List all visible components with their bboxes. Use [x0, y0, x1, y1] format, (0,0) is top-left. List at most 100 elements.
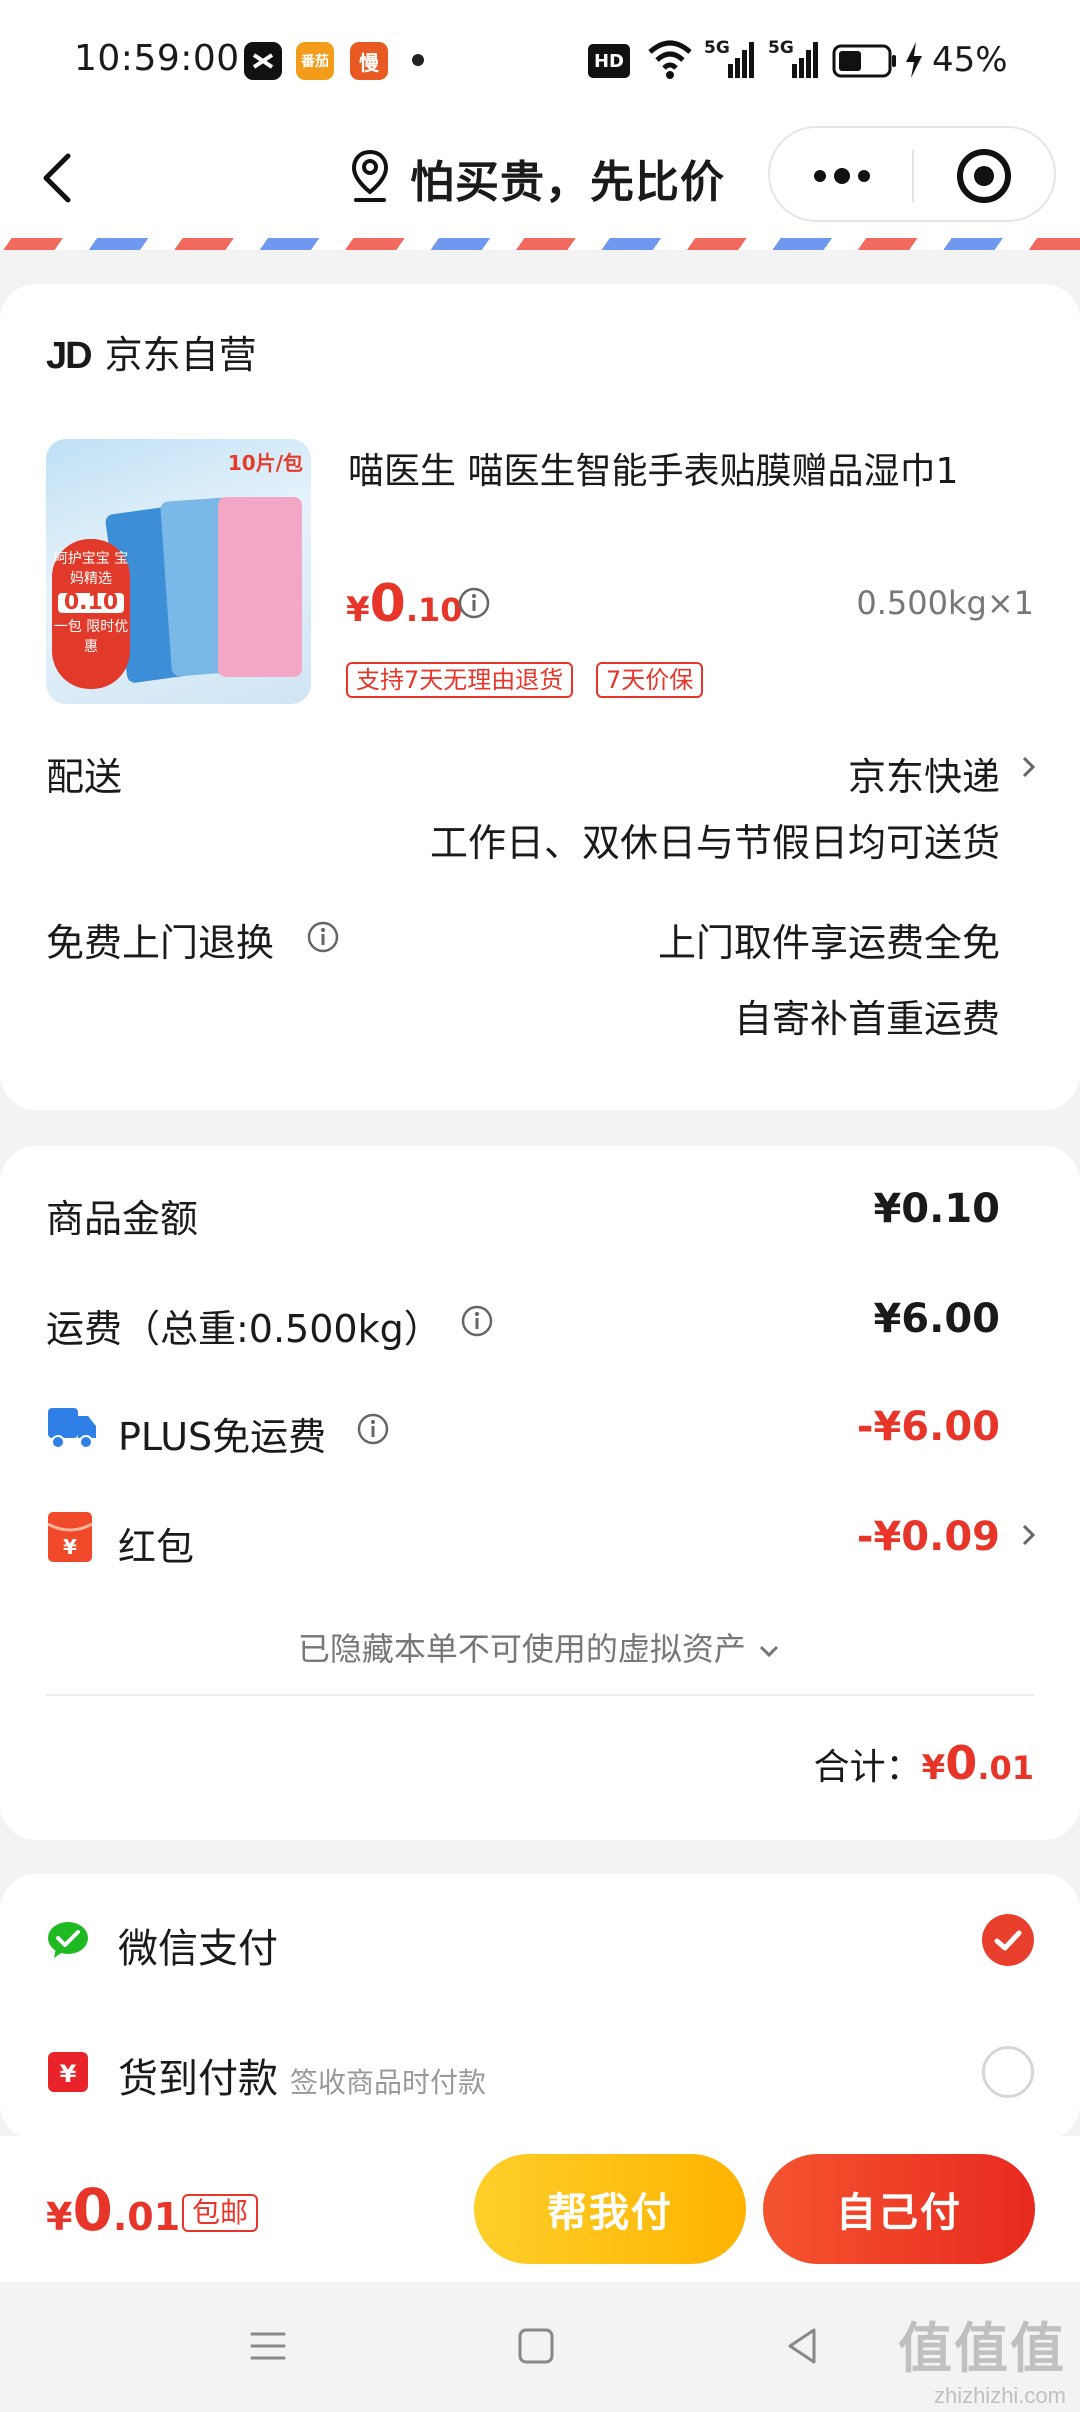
thumb-promo-note: 一包 限时优惠: [53, 619, 129, 655]
product-weight: 0.500kg×1: [856, 584, 1034, 622]
watermark: 值值值 zhizhizhi.com: [898, 2304, 1066, 2409]
thumb-badge: 10片/包: [227, 451, 303, 475]
fanqie-icon: 番茄: [296, 42, 334, 80]
total-amount: 合计：¥0.01: [814, 1736, 1034, 1790]
product-price: ¥0.10: [346, 574, 463, 634]
thumb-promo: 呵护宝宝 宝妈精选 0.10 一包 限时优惠: [52, 539, 130, 689]
signal2-icon: [792, 42, 818, 78]
total-yen: ¥: [921, 1748, 946, 1788]
total-label: 合计：: [813, 1747, 922, 1788]
charging-icon: [906, 42, 922, 78]
bottom-price-yen: ¥: [46, 2195, 73, 2239]
svg-text:¥: ¥: [63, 1535, 77, 1559]
page-title: 怕买贵，先比价: [410, 157, 725, 208]
battery-percent: 45%: [932, 40, 1008, 80]
battery-icon: [832, 44, 896, 78]
watermark-url: zhizhizhi.com: [933, 2383, 1066, 2408]
total-dec: .01: [977, 1749, 1034, 1787]
delivery-schedule: 工作日、双休日与节假日均可送货: [429, 821, 1000, 865]
capcut-icon: [244, 42, 282, 80]
svg-text:¥: ¥: [60, 2060, 77, 2088]
bottom-price: ¥0.01: [46, 2176, 180, 2244]
jd-logo: JD: [46, 335, 93, 377]
shipping-label: 运费（总重:0.500kg）: [46, 1307, 442, 1351]
red-packet-chevron-icon[interactable]: [1018, 1518, 1040, 1552]
location-icon: [351, 149, 389, 202]
return-info-icon[interactable]: [306, 920, 340, 954]
plus-info-icon[interactable]: [356, 1412, 390, 1446]
wechat-pay-icon: [48, 1922, 88, 1958]
signal1-icon: [728, 42, 754, 78]
goods-amount-label: 商品金额: [46, 1197, 199, 1241]
shipping-value: ¥6.00: [873, 1296, 1000, 1342]
bottom-price-int: 0: [72, 2176, 113, 2244]
cod-label[interactable]: 货到付款 签收商品时付款: [118, 2046, 486, 2104]
product-title[interactable]: 喵医生 喵医生智能手表贴膜赠品湿巾1: [348, 444, 1028, 500]
return-service-label: 免费上门退换: [46, 921, 275, 965]
thumb-promo-text: 呵护宝宝 宝妈精选: [53, 551, 129, 587]
goods-amount-value: ¥0.10: [873, 1186, 1000, 1232]
delivery-carrier[interactable]: 京东快递: [848, 746, 1000, 801]
product-price-int: 0: [369, 574, 406, 634]
mini-program-capsule: [768, 126, 1056, 222]
cod-radio[interactable]: [982, 2046, 1034, 2098]
red-packet-icon: ¥: [47, 1512, 93, 1562]
hidden-assets-toggle[interactable]: 已隐藏本单不可使用的虚拟资产: [0, 1624, 1080, 1670]
plus-free-shipping-value: -¥6.00: [856, 1404, 1000, 1450]
man-icon: 慢: [350, 42, 388, 80]
chevron-down-icon: [760, 1645, 779, 1658]
notification-dot: [412, 54, 424, 66]
self-pay-button[interactable]: 自己付: [763, 2154, 1035, 2264]
fees-card: 商品金额 ¥0.10 运费（总重:0.500kg） ¥6.00 PLUS免运费 …: [0, 1146, 1080, 1840]
wechat-pay-label[interactable]: 微信支付: [118, 1916, 278, 1974]
status-bar: 10:59:00 番茄 慢 HD 5G 5G 45%: [0, 0, 1080, 120]
close-miniprogram-icon[interactable]: [954, 146, 1014, 206]
delivery-chevron-icon[interactable]: [1018, 750, 1040, 784]
shop-name[interactable]: JD 京东自营: [46, 324, 257, 379]
payment-card: 微信支付 ¥ 货到付款 签收商品时付款: [0, 1874, 1080, 2140]
more-icon[interactable]: [808, 158, 876, 194]
return-service-line2: 自寄补首重运费: [733, 997, 1000, 1041]
red-packet-value[interactable]: -¥0.09: [857, 1514, 1000, 1560]
cod-subtext: 签收商品时付款: [290, 2066, 487, 2099]
help-pay-button[interactable]: 帮我付: [474, 2154, 746, 2264]
price-info-icon[interactable]: [457, 586, 491, 620]
product-price-dec: .10: [405, 591, 463, 629]
thumb-pack-pink: [218, 497, 302, 677]
fees-divider: [46, 1694, 1034, 1696]
watermark-brand: 值值值: [898, 2317, 1066, 2380]
thumb-promo-price: 0.10: [58, 592, 124, 614]
shipping-info-icon[interactable]: [460, 1304, 494, 1338]
status-time: 10:59:00: [74, 38, 240, 79]
checkmark-icon: [994, 1930, 1022, 1951]
wechat-pay-radio[interactable]: [982, 1914, 1034, 1966]
return-service-line1: 上门取件享运费全免: [657, 921, 1000, 965]
cod-label-text: 货到付款: [118, 2056, 278, 2102]
envelope-stripe: [0, 238, 1080, 250]
tag-return: 支持7天无理由退货: [346, 662, 574, 698]
total-int: 0: [945, 1736, 978, 1790]
hidden-assets-text: 已隐藏本单不可使用的虚拟资产: [297, 1630, 746, 1668]
capsule-divider: [912, 150, 914, 202]
product-price-yen: ¥: [346, 590, 370, 630]
home-icon[interactable]: [514, 2324, 558, 2368]
plus-free-shipping-label: PLUS免运费: [118, 1415, 327, 1459]
header: 怕买贵，先比价: [0, 120, 1080, 250]
cod-icon: ¥: [48, 2052, 88, 2092]
product-thumbnail[interactable]: 10片/包 呵护宝宝 宝妈精选 0.10 一包 限时优惠: [46, 439, 311, 704]
tag-price-protect: 7天价保: [596, 662, 704, 698]
system-nav-bar: 值值值 zhizhizhi.com: [0, 2282, 1080, 2412]
wifi-icon: [648, 40, 692, 79]
bottom-bar: ¥0.01 包邮 帮我付 自己付: [0, 2136, 1080, 2282]
truck-icon: [48, 1408, 96, 1449]
delivery-label: 配送: [46, 755, 123, 799]
product-card: JD 京东自营 10片/包 呵护宝宝 宝妈精选 0.10 一包 限时优惠 喵医生 …: [0, 284, 1080, 1110]
bottom-price-dec: .01: [112, 2195, 181, 2239]
hd-icon: HD: [588, 44, 630, 78]
back-nav-icon[interactable]: [780, 2324, 824, 2368]
free-shipping-badge: 包邮: [182, 2194, 259, 2232]
menu-icon[interactable]: [246, 2324, 290, 2368]
shop-name-text: 京东自营: [104, 333, 257, 377]
back-icon[interactable]: [30, 148, 90, 208]
red-packet-label: 红包: [118, 1525, 195, 1569]
